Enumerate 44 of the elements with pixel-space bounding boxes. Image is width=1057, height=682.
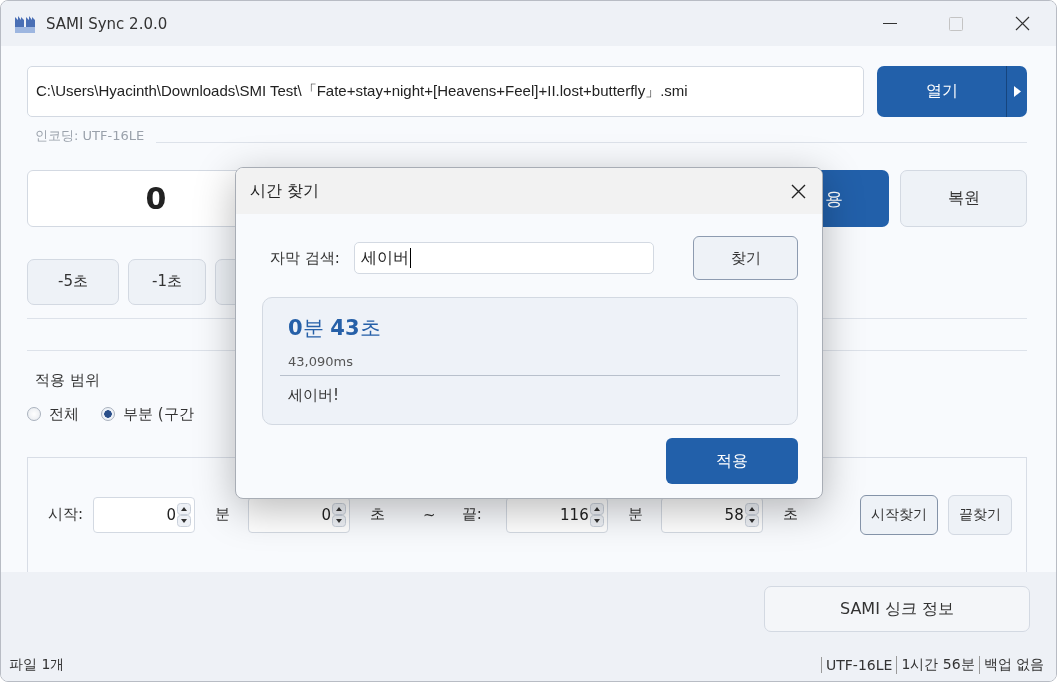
spin-arrows-icon[interactable] — [744, 502, 759, 527]
status-item: 백업 없음 — [978, 656, 1048, 674]
result-time: 0분 43초 — [288, 315, 382, 342]
radio-button[interactable] — [101, 407, 115, 422]
spin-arrows-icon[interactable] — [332, 502, 347, 527]
unit-label: 분 — [627, 505, 643, 525]
radio-label[interactable]: 전체 — [49, 404, 79, 424]
range-title: 적용 범위 — [35, 370, 101, 390]
spin-arrows-icon[interactable] — [589, 502, 604, 527]
status-item: 1시간 56분 — [896, 656, 979, 674]
close-icon[interactable] — [791, 183, 806, 199]
open-button[interactable]: 열기 — [877, 66, 1027, 118]
restore-button[interactable]: 복원 — [900, 169, 1027, 228]
step-button[interactable]: -5초 — [27, 259, 119, 305]
sync-info-button[interactable]: SAMI 싱크 정보 — [764, 586, 1030, 632]
status-item: UTF-16LE — [821, 657, 897, 673]
close-icon[interactable] — [1015, 16, 1030, 31]
spin-arrows-icon[interactable] — [177, 502, 192, 527]
apply-button[interactable]: 적용 — [666, 438, 798, 484]
step-button[interactable]: -1초 — [128, 259, 206, 305]
unit-label: 초 — [370, 505, 386, 525]
caret-icon[interactable] — [1013, 86, 1021, 98]
result-card[interactable]: 0분 43초 43,090ms 세이버! — [262, 297, 798, 425]
unit-label: 초 — [782, 505, 798, 525]
interval-label: 끝: — [461, 505, 482, 525]
unit-label: ~ — [423, 505, 436, 524]
search-field[interactable]: 세이버 — [353, 242, 654, 274]
result-ms: 43,090ms — [288, 354, 354, 369]
status-text: 파일 1개 — [9, 656, 65, 674]
radio-button[interactable] — [27, 407, 41, 422]
search-label: 자막 검색: — [270, 248, 340, 268]
find-button[interactable]: 끝찾기 — [948, 494, 1012, 535]
interval-label: 시작: — [48, 505, 84, 525]
file-path-field[interactable]: C:\Users\Hyacinth\Downloads\SMI Test\「Fate+stay+night+[Heavens+Feel]+II.lost+butterfly」.smi — [27, 66, 864, 118]
result-text: 세이버! — [288, 386, 340, 405]
window-title: SAMI Sync 2.0.0 — [46, 14, 168, 33]
radio-label[interactable]: 부분 (구간 — [123, 404, 194, 424]
find-button[interactable]: 시작찾기 — [860, 494, 938, 535]
find-button[interactable]: 찾기 — [693, 236, 798, 280]
unit-label: 분 — [215, 505, 231, 525]
number-spinner[interactable]: 0 — [93, 496, 196, 533]
maximize-icon — [949, 16, 963, 31]
encoding-label: 인코딩: UTF-16LE — [35, 127, 145, 146]
minimize-icon[interactable] — [883, 22, 897, 25]
